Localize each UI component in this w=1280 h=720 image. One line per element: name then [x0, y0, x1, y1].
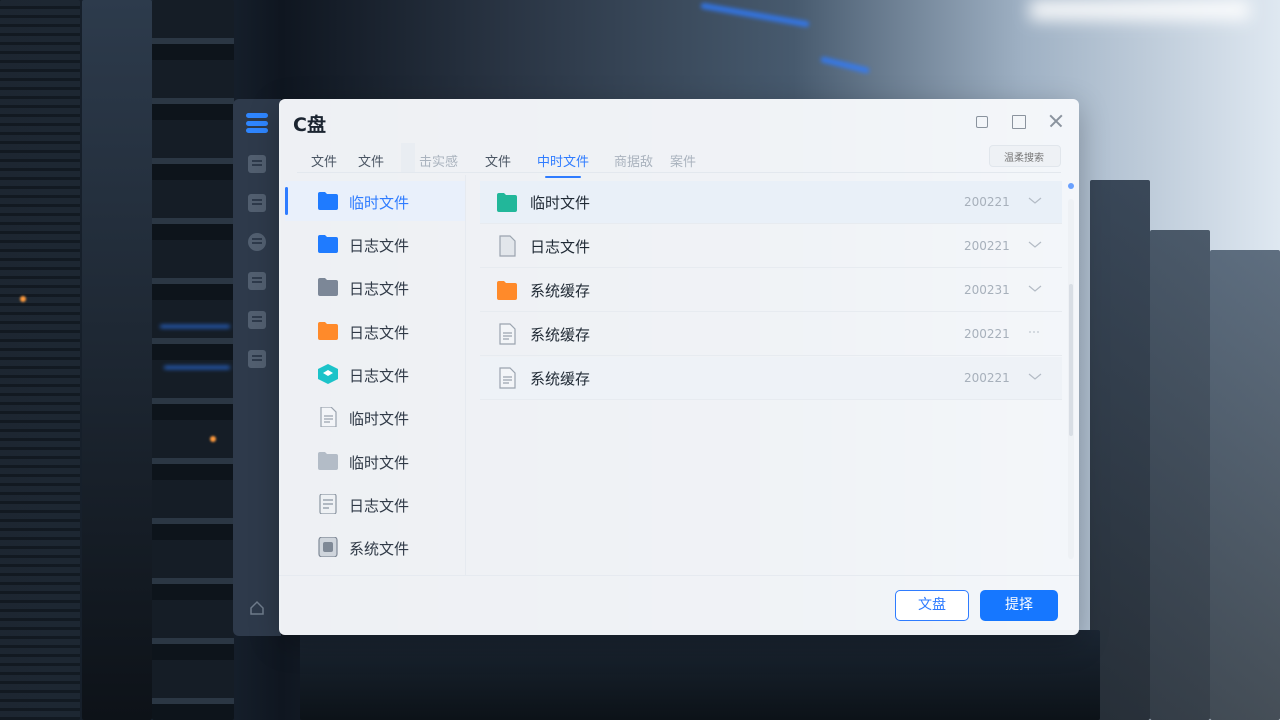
secondary-button[interactable]: 文盘 — [895, 590, 969, 621]
server-rack — [82, 0, 152, 720]
document-gray-icon — [499, 235, 516, 257]
sidebar-item-log-files[interactable]: 日志文件 — [285, 267, 465, 307]
window-title: C盘 — [293, 114, 326, 136]
chevron-down-icon[interactable] — [1028, 371, 1042, 381]
folder-orange-icon — [497, 281, 517, 300]
file-date: 200221 — [964, 195, 1010, 209]
ceiling-light — [1030, 0, 1250, 20]
blue-led-strip — [164, 366, 230, 369]
shield-icon[interactable] — [248, 311, 266, 329]
folder-blue-icon — [318, 192, 338, 210]
tab-temp-files[interactable]: 中时文件 — [537, 151, 589, 178]
sidebar-item-temp-files[interactable]: 临时文件 — [285, 441, 465, 481]
orange-led — [210, 436, 216, 442]
sidebar-item-log-files[interactable]: 日志文件 — [285, 354, 465, 394]
chevron-down-icon[interactable] — [1028, 283, 1042, 293]
server-rack — [1210, 250, 1280, 720]
blue-led-strip — [820, 56, 870, 74]
blue-led-strip — [160, 325, 230, 328]
file-name: 系统缓存 — [530, 370, 591, 388]
panel-divider — [465, 175, 466, 575]
server-rack — [152, 0, 234, 720]
app-sidebar-strip — [233, 99, 281, 636]
tab-6[interactable]: 商据敌 — [614, 151, 653, 170]
folder-sidebar: 临时文件 日志文件 日志文件 日志文件 日志文件 临时文件 临时文件 日志文件 — [285, 181, 465, 575]
file-name: 日志文件 — [530, 238, 591, 256]
tab-file-4[interactable]: 文件 — [485, 151, 511, 170]
cube-teal-icon — [318, 364, 338, 384]
grid-icon[interactable] — [248, 272, 266, 290]
sidebar-item-label: 日志文件 — [349, 367, 410, 385]
system-file-icon — [318, 537, 338, 557]
sidebar-item-system-files[interactable]: 系统文件 — [285, 527, 465, 567]
file-row[interactable]: 临时文件 200221 — [480, 181, 1062, 224]
document-lines-icon — [499, 367, 516, 389]
file-icon[interactable] — [248, 350, 266, 368]
file-row[interactable]: 系统缓存 200221 — [480, 357, 1062, 400]
scrollbar-thumb[interactable] — [1069, 284, 1073, 436]
search-input[interactable] — [989, 145, 1061, 167]
check-icon[interactable] — [1028, 195, 1042, 205]
file-list: 临时文件 200221 日志文件 200221 系统缓存 200231 系统缓存… — [480, 181, 1062, 401]
database-icon[interactable] — [248, 194, 266, 212]
document-icon — [320, 407, 337, 427]
tab-separator — [401, 143, 415, 172]
server-rack — [0, 0, 80, 720]
folder-blue-icon — [318, 235, 338, 253]
tab-file-2[interactable]: 文件 — [358, 151, 384, 170]
folder-orange-icon — [318, 322, 338, 340]
chevron-down-icon[interactable] — [1028, 239, 1042, 249]
sidebar-item-label: 临时文件 — [349, 194, 410, 212]
menu-icon[interactable] — [246, 113, 268, 133]
maximize-button[interactable] — [1008, 111, 1028, 131]
footer-divider — [279, 575, 1079, 576]
tab-file-1[interactable]: 文件 — [311, 151, 337, 170]
list-icon[interactable] — [248, 155, 266, 173]
tab-7[interactable]: 案件 — [670, 151, 696, 170]
folder-light-gray-icon — [318, 452, 338, 470]
sidebar-item-temp-files[interactable]: 临时文件 — [285, 181, 465, 221]
folder-gray-icon — [318, 278, 338, 296]
folder-teal-icon — [497, 193, 517, 212]
close-button[interactable] — [1046, 111, 1066, 131]
sidebar-item-label: 日志文件 — [349, 497, 410, 515]
sidebar-item-log-files[interactable]: 日志文件 — [285, 224, 465, 264]
file-row[interactable]: 日志文件 200221 — [480, 225, 1062, 268]
scroll-indicator — [1068, 183, 1074, 189]
file-date: 200221 — [964, 239, 1010, 253]
sidebar-item-log-files[interactable]: 日志文件 — [285, 484, 465, 524]
sidebar-item-label: 日志文件 — [349, 280, 410, 298]
sidebar-item-label: 临时文件 — [349, 410, 410, 428]
file-picker-window: C盘 文件 文件 击实感 文件 中时文件 商据敌 案件 临时文件 日志文件 日志… — [279, 99, 1079, 635]
sidebar-item-temp-files[interactable]: 临时文件 — [285, 397, 465, 437]
sidebar-item-label: 日志文件 — [349, 324, 410, 342]
file-date: 200231 — [964, 283, 1010, 297]
tab-bar: 文件 文件 击实感 文件 中时文件 商据敌 案件 — [297, 143, 1061, 178]
file-row[interactable]: 系统缓存 200221 — [480, 313, 1062, 356]
server-rack — [1150, 230, 1210, 720]
title-bar: C盘 — [279, 99, 1079, 143]
sidebar-item-log-files[interactable]: 日志文件 — [285, 311, 465, 351]
tab-3[interactable]: 击实感 — [419, 151, 458, 170]
file-name: 临时文件 — [530, 194, 591, 212]
blue-led-strip — [700, 2, 810, 28]
home-icon[interactable] — [249, 600, 265, 616]
file-row[interactable]: 系统缓存 200231 — [480, 269, 1062, 312]
document-lines-icon — [499, 323, 516, 345]
select-button[interactable]: 提择 — [980, 590, 1058, 621]
sidebar-item-label: 日志文件 — [349, 237, 410, 255]
sidebar-item-label: 临时文件 — [349, 454, 410, 472]
server-rack — [300, 630, 1100, 720]
chevron-down-icon[interactable] — [1028, 327, 1042, 337]
orange-led — [20, 296, 26, 302]
sidebar-item-label: 系统文件 — [349, 540, 410, 558]
file-name: 系统缓存 — [530, 326, 591, 344]
disk-icon[interactable] — [248, 233, 266, 251]
file-date: 200221 — [964, 327, 1010, 341]
file-date: 200221 — [964, 371, 1010, 385]
document-lines-icon — [319, 494, 337, 514]
restore-button[interactable] — [971, 111, 991, 131]
file-name: 系统缓存 — [530, 282, 591, 300]
